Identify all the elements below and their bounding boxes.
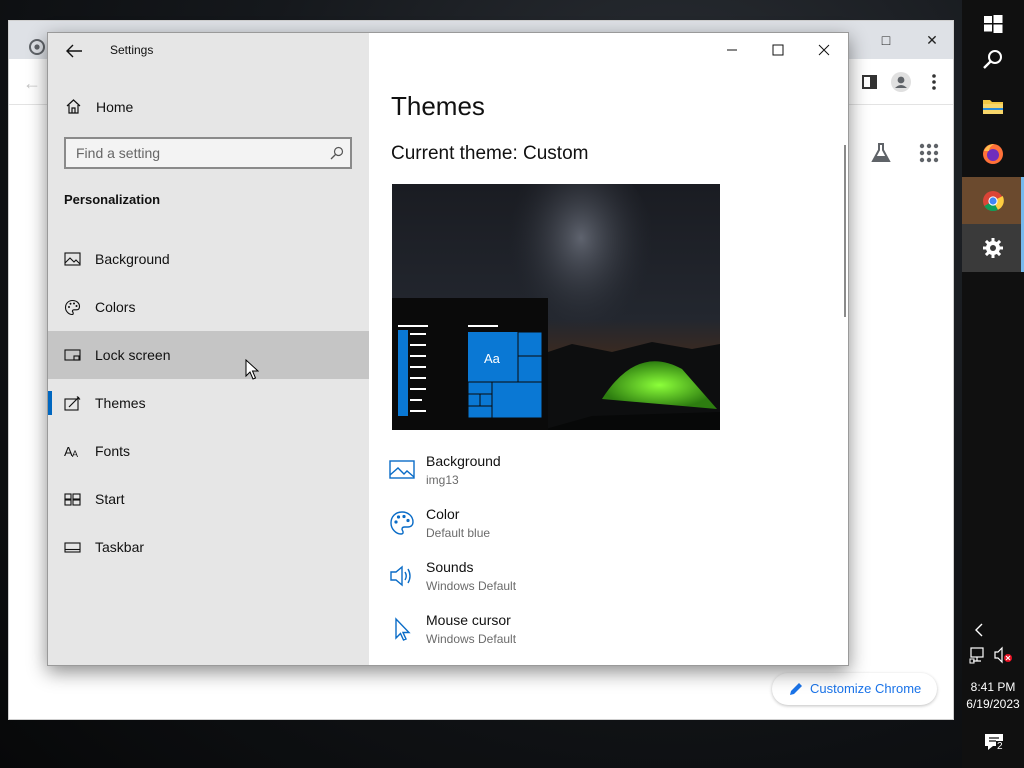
settings-window: Settings Home Personalization Background — [47, 32, 849, 666]
property-value: Windows Default — [426, 632, 517, 646]
svg-text:A: A — [72, 449, 78, 459]
property-name: Background — [426, 453, 501, 469]
fonts-icon: A A — [64, 444, 78, 459]
theme-property-background[interactable]: Background img13 — [389, 453, 809, 501]
start-tiles-icon — [64, 493, 81, 506]
pencil-icon — [790, 683, 802, 695]
scrollbar-thumb[interactable] — [844, 145, 846, 317]
maximize-icon[interactable] — [755, 39, 801, 61]
sidebar-item-label: Themes — [95, 395, 146, 411]
palette-icon — [390, 511, 414, 535]
customize-chrome-button[interactable]: Customize Chrome — [772, 673, 937, 705]
chrome-logo-icon[interactable] — [29, 39, 45, 55]
sidebar-item-taskbar[interactable]: Taskbar — [48, 523, 369, 571]
preview-tile-label: Aa — [484, 351, 501, 366]
active-indicator — [48, 391, 52, 415]
sidebar-item-label: Background — [95, 251, 170, 267]
minimize-icon[interactable] — [709, 39, 755, 61]
image-icon — [389, 460, 415, 479]
profile-avatar-icon[interactable] — [890, 71, 912, 93]
theme-property-mouse-cursor[interactable]: Mouse cursor Windows Default — [389, 612, 809, 660]
back-arrow-icon[interactable] — [64, 41, 84, 61]
cursor-icon — [395, 617, 411, 641]
chrome-maximize-icon[interactable]: □ — [875, 29, 897, 51]
property-value: img13 — [426, 473, 459, 487]
close-icon[interactable] — [801, 39, 847, 61]
sidebar-item-background[interactable]: Background — [48, 235, 369, 283]
property-value: Windows Default — [426, 579, 517, 593]
current-theme-heading: Current theme: Custom — [391, 143, 589, 164]
search-icon — [983, 50, 1002, 69]
folder-icon — [983, 100, 1003, 114]
image-icon — [64, 252, 81, 266]
theme-preview-image: Aa — [392, 184, 720, 430]
taskbar-icon — [64, 542, 81, 553]
property-name: Color — [426, 506, 460, 522]
page-title: Themes — [391, 91, 485, 121]
palette-icon — [64, 299, 81, 316]
sidebar-item-label: Start — [95, 491, 125, 507]
home-icon — [66, 99, 81, 114]
find-setting-input[interactable] — [64, 137, 352, 169]
themes-brush-icon — [64, 396, 81, 411]
lock-screen-icon — [64, 349, 81, 361]
chrome-menu-icon[interactable] — [923, 71, 945, 93]
customize-chrome-label: Customize Chrome — [810, 681, 922, 696]
theme-property-sounds[interactable]: Sounds Windows Default — [389, 559, 809, 607]
theme-property-color[interactable]: Color Default blue — [389, 506, 809, 554]
settings-nav-pane: Settings Home Personalization Background — [48, 33, 369, 665]
search-icon[interactable] — [330, 146, 344, 160]
chrome-icon — [983, 191, 1004, 212]
sidebar-item-themes[interactable]: Themes — [48, 379, 369, 427]
search-button[interactable] — [962, 36, 1024, 84]
gear-icon — [983, 238, 1003, 258]
show-hidden-icons-chevron-icon[interactable] — [969, 620, 989, 640]
windows-logo-icon — [984, 15, 1003, 33]
sidebar-item-start[interactable]: Start — [48, 475, 369, 523]
sidebar-item-lock-screen[interactable]: Lock screen — [48, 331, 369, 379]
app-title: Settings — [110, 43, 154, 57]
home-nav-item[interactable]: Home — [48, 91, 369, 123]
chrome-labs-icon[interactable] — [869, 141, 893, 165]
network-icon[interactable] — [969, 646, 987, 664]
file-explorer-button[interactable] — [962, 82, 1024, 130]
volume-muted-icon[interactable] — [993, 646, 1013, 664]
notification-count-badge: 2 — [996, 741, 1004, 752]
section-title: Personalization — [64, 192, 161, 207]
sidebar-item-fonts[interactable]: A A Fonts — [48, 427, 369, 475]
clock-date[interactable]: 6/19/2023 — [962, 697, 1024, 711]
property-name: Mouse cursor — [426, 612, 511, 628]
side-panel-icon[interactable] — [859, 71, 881, 93]
clock-time[interactable]: 8:41 PM — [962, 680, 1024, 694]
speaker-icon — [390, 565, 411, 587]
property-name: Sounds — [426, 559, 474, 575]
sidebar-item-label: Taskbar — [95, 539, 145, 555]
settings-taskbar-button[interactable] — [962, 224, 1024, 272]
google-apps-icon[interactable] — [917, 141, 941, 165]
themes-content-pane: Themes Current theme: Custom Aa Backgrou… — [369, 33, 848, 665]
property-value: Default blue — [426, 526, 491, 540]
firefox-icon — [983, 144, 1003, 164]
mouse-pointer-icon — [245, 359, 259, 380]
firefox-button[interactable] — [962, 130, 1024, 178]
sidebar-item-label: Colors — [95, 299, 136, 315]
sidebar-item-label: Fonts — [95, 443, 131, 459]
chrome-button[interactable] — [962, 177, 1024, 225]
sidebar-item-colors[interactable]: Colors — [48, 283, 369, 331]
chrome-back-icon[interactable]: ← — [23, 73, 41, 94]
home-label: Home — [96, 99, 134, 115]
chrome-close-icon[interactable]: ✕ — [921, 29, 943, 51]
sidebar-item-label: Lock screen — [95, 347, 171, 363]
